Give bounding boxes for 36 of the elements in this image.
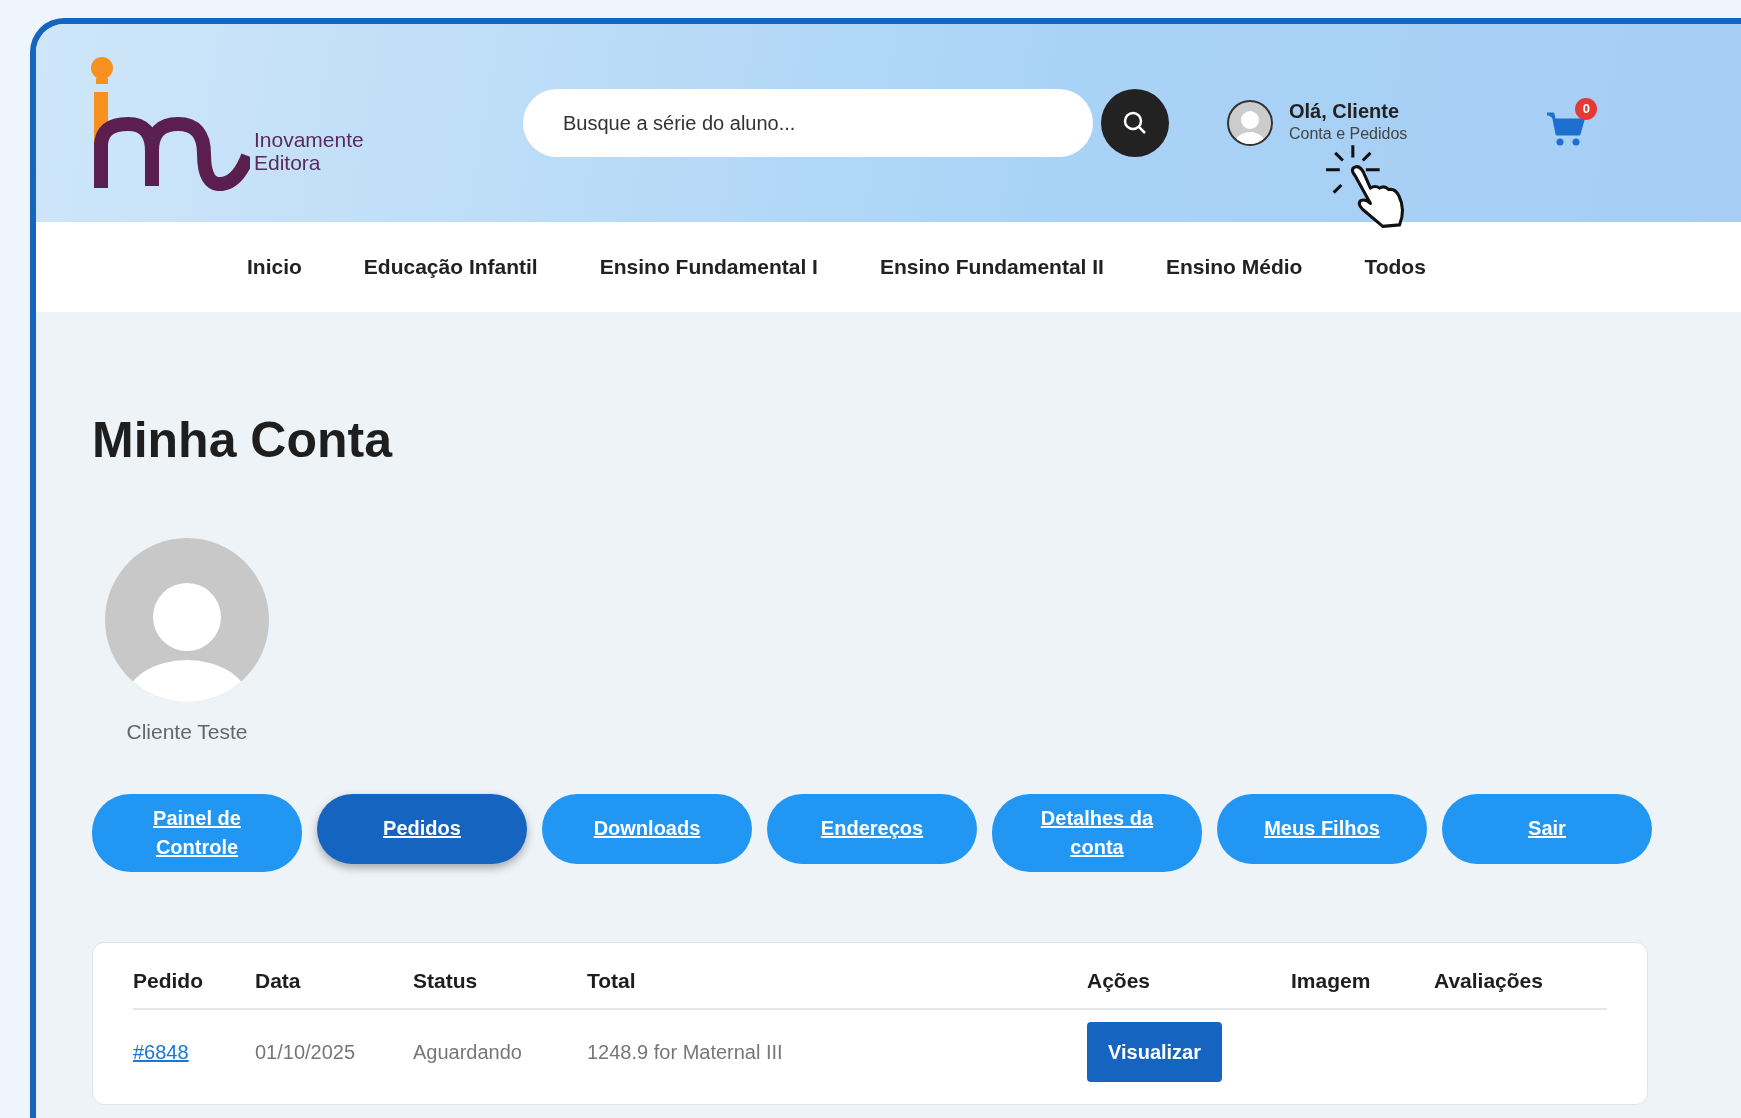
column-header: Pedido [133, 952, 255, 1009]
nav-link[interactable]: Educação Infantil [363, 251, 538, 283]
account-link[interactable]: Conta e Pedidos [1289, 122, 1408, 146]
account-tab[interactable]: Pedidos [317, 793, 527, 864]
account-tab[interactable]: Painel de Controle [92, 793, 302, 872]
search-icon [1122, 110, 1148, 136]
table-cell: Aguardando [413, 1009, 587, 1094]
account-tab[interactable]: Meus Filhos [1217, 793, 1427, 864]
column-header: Total [587, 952, 1087, 1009]
order-link[interactable]: #6848 [133, 1041, 189, 1063]
user-greeting[interactable]: Olá, Cliente [1289, 100, 1408, 122]
account-tab[interactable]: Detalhes da conta [992, 793, 1202, 872]
nav-link[interactable]: Ensino Fundamental I [599, 251, 818, 283]
cart-count-badge: 0 [1575, 98, 1598, 120]
column-header: Imagem [1291, 952, 1434, 1009]
view-button[interactable]: Visualizar [1087, 1022, 1223, 1082]
nav-link[interactable]: Ensino Fundamental II [879, 251, 1104, 283]
nav-link[interactable]: Ensino Médio [1165, 251, 1303, 283]
column-header: Data [255, 952, 413, 1009]
table-cell: 01/10/2025 [255, 1009, 413, 1094]
column-header: Avaliações [1434, 952, 1607, 1009]
avatar-icon[interactable] [1227, 100, 1273, 146]
logo-text: Inovamente [254, 128, 364, 152]
account-tab[interactable]: Endereços [767, 793, 977, 864]
page-title: Minha Conta [92, 411, 394, 470]
search-field[interactable]: Busque a série do aluno... [523, 89, 1093, 157]
column-header: Status [413, 952, 587, 1009]
table-cell: 1248.9 for Maternal III [587, 1009, 1087, 1094]
logo-text: Editora [254, 151, 322, 175]
account-tab[interactable]: Downloads [542, 793, 752, 864]
nav-link[interactable]: Todos [1364, 251, 1426, 283]
profile-name: Cliente Teste [125, 719, 249, 745]
nav-link[interactable]: Inicio [247, 251, 302, 283]
account-tab[interactable]: Sair [1442, 793, 1652, 864]
cart-button[interactable]: 0 [1545, 98, 1598, 148]
column-header: Ações [1087, 952, 1291, 1009]
